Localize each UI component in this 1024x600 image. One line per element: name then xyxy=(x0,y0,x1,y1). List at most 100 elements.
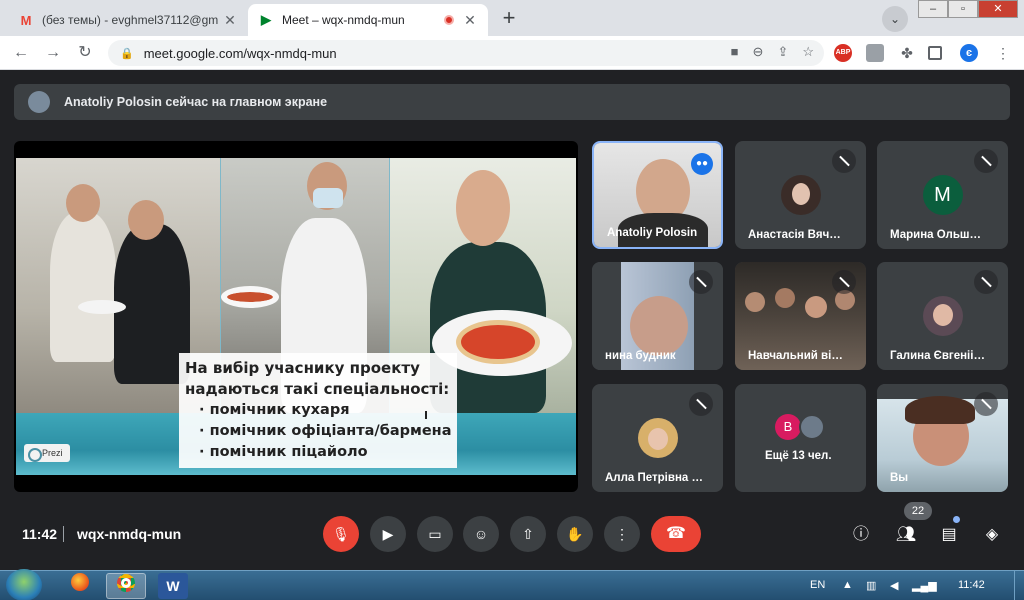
tab-meet[interactable]: ▶ Meet – wqx-nmdq-mun ✕ xyxy=(248,4,488,36)
participant-name: Галина Євгеніі… xyxy=(890,350,985,362)
participant-name: Вы xyxy=(890,472,909,484)
forward-arrow-icon[interactable]: → xyxy=(42,42,64,64)
participant-tile[interactable]: Навчальний ві… xyxy=(735,262,866,370)
address-bar[interactable]: 🔒 meet.google.com/wqx-nmdq-mun ■ ⊖ ⇪ ☆ xyxy=(108,40,824,66)
network-icon[interactable]: ▥ xyxy=(866,579,876,592)
participant-avatar xyxy=(799,414,825,440)
presenter-banner: Anatoliy Polosin сейчас на главном экран… xyxy=(14,84,1010,120)
mic-off-icon xyxy=(832,149,856,173)
mic-off-icon xyxy=(689,270,713,294)
firefox-icon[interactable] xyxy=(60,573,100,599)
tab-search-icon[interactable]: ⌄ xyxy=(882,6,908,32)
clock[interactable]: 11:42 xyxy=(958,579,985,591)
person-head xyxy=(66,184,100,222)
url-text: meet.google.com/wqx-nmdq-mun xyxy=(143,45,337,61)
slide-bullet: · помічник офіціанта/бармена xyxy=(199,423,452,439)
signal-icon[interactable]: ▂▄▆ xyxy=(912,579,937,592)
avatar-face xyxy=(791,183,810,205)
tab-gmail[interactable]: M (без темы) - evghmel37112@gm ✕ xyxy=(8,4,248,36)
minimize-button[interactable]: – xyxy=(918,0,948,18)
participant-name: Марина Ольш… xyxy=(890,229,982,241)
speaking-indicator-icon: ●● xyxy=(691,153,713,175)
bookmark-star-icon[interactable]: ☆ xyxy=(802,44,814,60)
maximize-button[interactable]: ▫ xyxy=(948,0,978,18)
avatar-face xyxy=(647,428,668,450)
present-screen-button[interactable]: ⇧ xyxy=(510,516,546,552)
participant-count-badge: 22 xyxy=(904,502,932,520)
activities-icon[interactable]: ◈ xyxy=(979,522,1005,548)
start-button[interactable] xyxy=(6,569,42,600)
presentation-stage[interactable]: На вибір учаснику проекту надаються такі… xyxy=(14,141,578,492)
participant-tile[interactable]: Анастасія Вяч… xyxy=(735,141,866,249)
show-desktop-button[interactable] xyxy=(1014,571,1024,600)
chat-icon[interactable]: ▤ xyxy=(936,522,962,548)
info-icon[interactable]: ⓘ xyxy=(848,522,874,548)
participant-tile[interactable]: Алла Петрівна … xyxy=(592,384,723,492)
participant-avatar xyxy=(922,296,963,336)
profile-avatar[interactable]: є xyxy=(960,44,978,62)
language-indicator[interactable]: EN xyxy=(810,579,825,591)
participant-tile[interactable]: нина будник xyxy=(592,262,723,370)
close-icon[interactable]: ✕ xyxy=(222,12,238,28)
participant-face xyxy=(630,296,688,356)
more-participants-tile[interactable]: B Ещё 13 чел. xyxy=(735,384,866,492)
mic-toggle-button[interactable]: 🎙︎ xyxy=(323,516,359,552)
browser-tab-strip: M (без темы) - evghmel37112@gm ✕ ▶ Meet … xyxy=(0,0,1024,36)
firefox-logo xyxy=(71,573,89,591)
pasta-plate-image xyxy=(221,286,279,308)
side-panel-icon[interactable] xyxy=(928,46,942,60)
chrome-logo xyxy=(117,574,135,592)
menu-dots-icon[interactable]: ⋮ xyxy=(994,44,1012,62)
gmail-icon: M xyxy=(20,12,32,28)
reload-icon[interactable]: ↻ xyxy=(74,42,96,64)
lock-icon[interactable]: 🔒 xyxy=(120,47,134,60)
captions-button[interactable]: ▭ xyxy=(417,516,453,552)
tray-expand-icon[interactable]: ▲ xyxy=(842,579,853,591)
mic-off-icon xyxy=(689,392,713,416)
camera-toggle-button[interactable]: ▶ xyxy=(370,516,406,552)
new-tab-button[interactable]: + xyxy=(496,6,522,32)
participant-name: Алла Петрівна … xyxy=(605,472,703,484)
window-controls: – ▫ ✕ xyxy=(918,0,1018,18)
chrome-icon[interactable] xyxy=(106,573,146,599)
self-tile[interactable]: Вы xyxy=(877,384,1008,492)
person-figure xyxy=(50,212,116,362)
adblock-icon[interactable]: ABP xyxy=(834,44,852,62)
slide-textbox: На вибір учаснику проекту надаються такі… xyxy=(179,353,457,468)
extension-image-icon[interactable] xyxy=(866,44,884,62)
recording-icon xyxy=(444,15,454,25)
hang-up-button[interactable]: ☎ xyxy=(651,516,701,552)
slide-bullet: · помічник піцайоло xyxy=(199,444,368,460)
participant-avatar: M xyxy=(922,175,963,215)
camera-icon[interactable]: ■ xyxy=(731,44,739,60)
participant-name: Anatoliy Polosin xyxy=(607,227,698,239)
word-icon[interactable]: W xyxy=(158,573,188,599)
puzzle-icon[interactable]: ✤ xyxy=(898,44,916,62)
share-icon[interactable]: ⇪ xyxy=(777,44,788,60)
back-arrow-icon[interactable]: ← xyxy=(10,42,32,64)
browser-toolbar: ← → ↻ 🔒 meet.google.com/wqx-nmdq-mun ■ ⊖… xyxy=(0,36,1024,70)
window-close-button[interactable]: ✕ xyxy=(978,0,1018,18)
volume-icon[interactable]: ◀ xyxy=(890,579,898,592)
participant-tile[interactable]: ●● Anatoliy Polosin xyxy=(592,141,723,249)
more-options-button[interactable]: ⋮ xyxy=(604,516,640,552)
slide-bullet: · помічник кухаря xyxy=(199,402,350,418)
face-mask-image xyxy=(313,188,343,208)
mouse-cursor xyxy=(425,411,431,419)
meeting-time: 11:42 xyxy=(22,526,58,542)
pizza-image xyxy=(456,320,540,364)
meeting-code: wqx-nmdq-mun xyxy=(77,526,182,542)
emoji-reactions-button[interactable]: ☺ xyxy=(463,516,499,552)
raise-hand-button[interactable]: ✋ xyxy=(557,516,593,552)
participant-avatar: B xyxy=(775,414,801,440)
close-icon[interactable]: ✕ xyxy=(462,12,478,28)
participant-tile[interactable]: M Марина Ольш… xyxy=(877,141,1008,249)
zoom-icon[interactable]: ⊖ xyxy=(753,44,764,60)
participant-name: Навчальний ві… xyxy=(748,350,843,362)
meeting-controls-bar: 11:42 wqx-nmdq-mun 🎙︎ ▶ ▭ ☺ ⇧ ✋ ⋮ ☎ ⓘ 22… xyxy=(0,502,1024,560)
participant-tile[interactable]: Галина Євгеніі… xyxy=(877,262,1008,370)
student-head xyxy=(805,296,827,318)
divider xyxy=(63,526,64,542)
people-icon[interactable]: 👥︎ xyxy=(893,522,919,548)
participant-avatar xyxy=(637,418,678,458)
